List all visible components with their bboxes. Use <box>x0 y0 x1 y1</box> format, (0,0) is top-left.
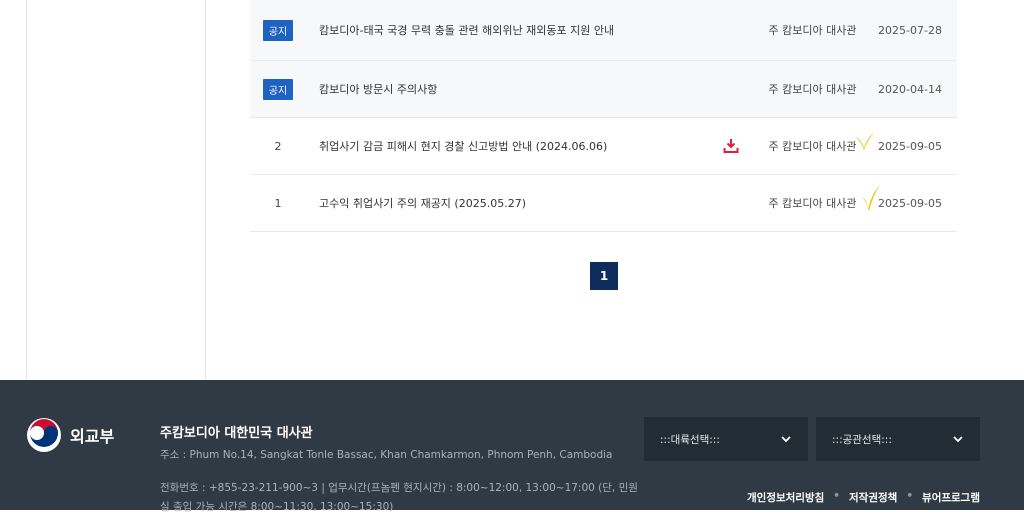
embassy-name: 주캄보디아 대한민국 대사관 <box>160 426 313 441</box>
post-title-link[interactable]: 캄보디아-태국 국경 무력 충돌 관련 해외위난 재외동포 지원 안내 <box>319 0 614 60</box>
continent-select[interactable]: :::대륙선택::: <box>644 417 808 461</box>
table-row[interactable]: 1 고수익 취업사기 주의 재공지 (2025.05.27) 주 캄보디아 대사… <box>250 175 957 232</box>
continent-select-label: :::대륙선택::: <box>660 433 720 446</box>
row-number: 공지 <box>250 61 306 117</box>
ministry-logo[interactable]: 외교부 <box>26 417 114 453</box>
separator-dot: • <box>833 490 840 502</box>
post-date: 2025-07-28 <box>878 23 942 37</box>
download-icon[interactable] <box>723 118 739 174</box>
notice-badge: 공지 <box>262 19 294 41</box>
post-writer: 주 캄보디아 대사관 <box>768 82 857 96</box>
row-number: 2 <box>274 139 282 153</box>
footer-links: 개인정보처리방침 • 저작권정책 • 뷰어프로그램 <box>747 490 980 505</box>
table-row[interactable]: 공지 캄보디아-태국 국경 무력 충돌 관련 해외위난 재외동포 지원 안내 주… <box>250 0 957 61</box>
check-mark-icon <box>862 185 880 211</box>
mission-select-label: :::공관선택::: <box>832 433 892 446</box>
check-mark-icon <box>855 132 875 150</box>
table-row[interactable]: 공지 캄보디아 방문시 주의사항 주 캄보디아 대사관 2020-04-14 <box>250 61 957 118</box>
embassy-address: 주소 : Phum No.14, Sangkat Tonle Bassac, K… <box>160 449 613 461</box>
board-list: 공지 캄보디아-태국 국경 무력 충돌 관련 해외위난 재외동포 지원 안내 주… <box>250 0 957 232</box>
post-title-link[interactable]: 캄보디아 방문시 주의사항 <box>319 61 437 117</box>
chevron-down-icon <box>953 436 963 443</box>
row-number: 공지 <box>250 0 306 60</box>
copyright-policy-link[interactable]: 저작권정책 <box>849 490 897 505</box>
separator-dot: • <box>906 490 914 502</box>
table-row[interactable]: 2 취업사기 감금 피해시 현지 경찰 신고방법 안내 (2024.06.06)… <box>250 118 957 175</box>
notice-badge: 공지 <box>262 78 294 100</box>
post-title-link[interactable]: 취업사기 감금 피해시 현지 경찰 신고방법 안내 (2024.06.06) <box>319 118 607 174</box>
post-date: 2025-09-05 <box>878 196 942 210</box>
page-1-button[interactable]: 1 <box>590 262 618 290</box>
privacy-policy-link[interactable]: 개인정보처리방침 <box>747 490 824 505</box>
logo-text: 외교부 <box>70 427 115 446</box>
post-date: 2025-09-05 <box>878 139 942 153</box>
row-number: 1 <box>274 196 282 210</box>
chevron-down-icon <box>781 436 791 443</box>
mission-select[interactable]: :::공관선택::: <box>816 417 980 461</box>
post-title-link[interactable]: 고수익 취업사기 주의 재공지 (2025.05.27) <box>319 175 526 231</box>
taegeuk-logo-icon <box>27 418 61 452</box>
footer: 외교부 주캄보디아 대한민국 대사관 주소 : Phum No.14, Sang… <box>0 380 1024 513</box>
left-sidebar <box>26 0 206 380</box>
viewer-program-link[interactable]: 뷰어프로그램 <box>922 490 980 505</box>
embassy-contact: 전화번호 : +855-23-211-900~3 | 업무시간(프놈펜 현지시간… <box>160 482 638 513</box>
post-date: 2020-04-14 <box>878 82 942 96</box>
post-writer: 주 캄보디아 대사관 <box>768 23 857 37</box>
post-writer: 주 캄보디아 대사관 <box>768 139 857 153</box>
post-writer: 주 캄보디아 대사관 <box>768 196 857 210</box>
